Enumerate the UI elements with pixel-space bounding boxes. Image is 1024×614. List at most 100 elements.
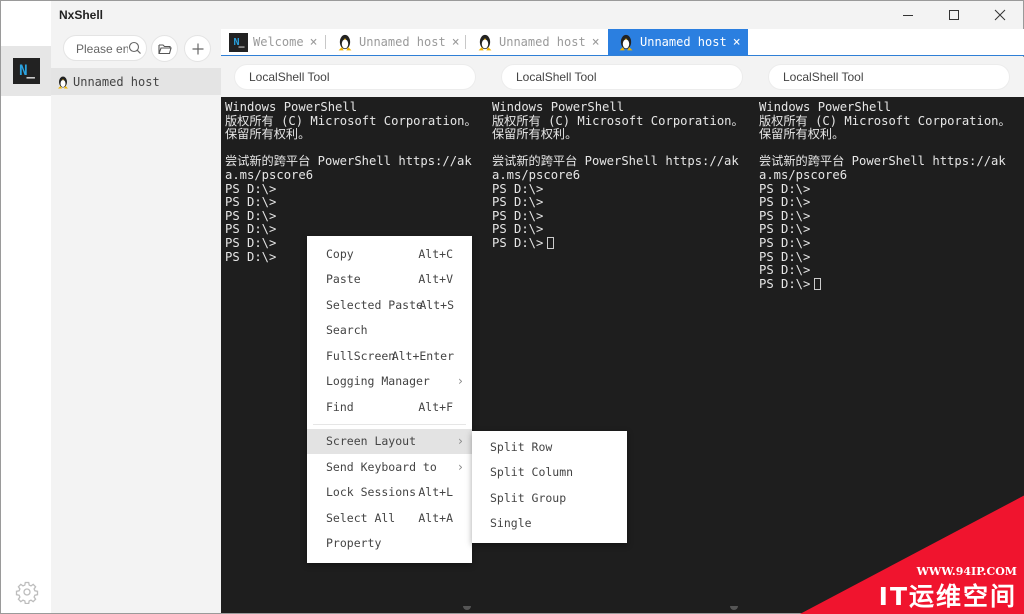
menu-item-search[interactable]: Search: [307, 318, 472, 344]
terminal-line: PS D:\>: [492, 208, 544, 223]
tab-welcome[interactable]: N_ Welcome ×: [229, 29, 317, 55]
terminal-line: 版权所有 (C) Microsoft Corporation。: [759, 113, 1011, 128]
menu-label: Select All: [326, 510, 396, 525]
terminal-line: PS D:\>: [759, 181, 811, 196]
pane-header: LocalShell Tool: [221, 57, 488, 97]
terminal-line: PS D:\>: [492, 222, 544, 237]
terminal-line: PS D:\>: [492, 236, 751, 251]
menu-item-lock-sessions[interactable]: Lock Sessions Alt+L: [307, 480, 472, 506]
close-tab-icon[interactable]: ×: [592, 35, 600, 50]
host-search: [63, 35, 147, 61]
tab-divider: [465, 35, 466, 49]
host-item-unnamed-host[interactable]: Unnamed host: [51, 68, 221, 95]
gear-icon[interactable]: [15, 580, 39, 605]
chevron-right-icon: ›: [456, 374, 464, 389]
terminal-cursor: [547, 236, 555, 249]
menu-shortcut: Alt+C: [418, 246, 453, 261]
menu-label: Property: [326, 536, 382, 551]
menu-item-find[interactable]: Find Alt+F: [307, 394, 472, 420]
nxshell-logo-icon: N_: [229, 32, 248, 52]
screen-layout-submenu: Split Row Split Column Split Group Singl…: [472, 431, 627, 543]
tab-label: Welcome: [253, 35, 304, 49]
terminal-line: PS D:\>: [225, 195, 277, 210]
terminal-line: PS D:\>: [759, 208, 811, 223]
menu-label: Screen Layout: [326, 434, 417, 449]
terminal-line: a.ms/pscore6: [759, 167, 848, 182]
terminal-line: PS D:\>: [225, 208, 277, 223]
submenu-item-split-column[interactable]: Split Column: [472, 460, 627, 486]
chevron-right-icon: ›: [456, 434, 464, 449]
menu-item-fullscreen[interactable]: FullScreen Alt+Enter: [307, 343, 472, 369]
terminal-line: a.ms/pscore6: [225, 167, 314, 182]
tab-unnamed-host-2[interactable]: Unnamed host ×: [477, 29, 600, 55]
close-tab-icon[interactable]: ×: [310, 35, 318, 50]
menu-item-logging-manager[interactable]: Logging Manager ›: [307, 369, 472, 395]
search-input[interactable]: [76, 40, 128, 58]
terminal-line: 版权所有 (C) Microsoft Corporation。: [492, 113, 744, 128]
add-host-button[interactable]: [184, 35, 211, 62]
plus-icon: [192, 43, 203, 54]
chevron-right-icon: ›: [456, 459, 464, 474]
terminal-line: 尝试新的跨平台 PowerShell https://ak: [759, 154, 1006, 169]
minimize-button[interactable]: [885, 1, 931, 29]
linux-penguin-icon: [619, 34, 633, 51]
activity-bar: N_: [1, 1, 51, 613]
menu-label: Paste: [326, 272, 361, 287]
tab-unnamed-host-1[interactable]: Unnamed host ×: [337, 29, 460, 55]
menu-item-paste[interactable]: Paste Alt+V: [307, 267, 472, 293]
terminal-line: PS D:\>: [759, 263, 811, 278]
terminal-pane-3: LocalShell Tool Windows PowerShell 版权所有 (…: [755, 57, 1024, 613]
maximize-button[interactable]: [931, 1, 977, 29]
close-window-button[interactable]: [977, 1, 1023, 29]
tab-divider: [325, 35, 326, 49]
submenu-item-split-row[interactable]: Split Row: [472, 434, 627, 460]
menu-item-copy[interactable]: Copy Alt+C: [307, 241, 472, 267]
terminal-line: 保留所有权利。: [225, 127, 311, 142]
localshell-tool-field[interactable]: LocalShell Tool: [501, 64, 743, 90]
nxshell-logo-icon[interactable]: N_: [13, 58, 40, 84]
menu-item-screen-layout[interactable]: Screen Layout ›: [307, 428, 472, 454]
menu-label: Copy: [326, 246, 354, 261]
linux-penguin-icon: [338, 34, 352, 51]
menu-shortcut: Alt+Enter: [391, 348, 454, 363]
terminal-line: PS D:\>: [759, 195, 811, 210]
menu-shortcut: Alt+L: [418, 485, 453, 500]
menu-separator: [313, 423, 466, 425]
terminal-line: 版权所有 (C) Microsoft Corporation。: [225, 113, 477, 128]
close-icon: [994, 9, 1006, 21]
minimize-icon: [903, 15, 913, 16]
pane-header: LocalShell Tool: [755, 57, 1024, 97]
localshell-tool-field[interactable]: LocalShell Tool: [234, 64, 476, 90]
app-window: N_ NxShell Please enter Unnamed host N_ …: [0, 0, 1024, 614]
close-tab-icon[interactable]: ×: [452, 35, 460, 50]
menu-label: Send Keyboard to: [326, 459, 437, 474]
terminal-line: PS D:\>: [759, 235, 811, 250]
close-tab-icon[interactable]: ×: [733, 35, 741, 50]
host-label: Unnamed host: [73, 74, 160, 89]
terminal-line: Windows PowerShell: [225, 100, 358, 114]
menu-shortcut: Alt+A: [418, 510, 453, 525]
linux-penguin-icon: [58, 76, 68, 88]
sidebar: Unnamed host: [51, 29, 221, 613]
localshell-tool-field[interactable]: LocalShell Tool: [768, 64, 1010, 90]
submenu-item-split-group[interactable]: Split Group: [472, 485, 627, 511]
terminal-output[interactable]: Windows PowerShell 版权所有 (C) Microsoft Cor…: [755, 97, 1024, 613]
menu-item-select-all[interactable]: Select All Alt+A: [307, 505, 472, 531]
terminal-line: PS D:\>: [492, 195, 544, 210]
menu-label: Split Column: [490, 465, 574, 480]
tab-unnamed-host-3[interactable]: Unnamed host ×: [608, 29, 748, 55]
window-controls: [885, 1, 1023, 29]
open-folder-button[interactable]: [151, 35, 178, 62]
menu-shortcut: Alt+S: [419, 297, 454, 312]
menu-item-property[interactable]: Property: [307, 531, 472, 557]
menu-label: Find: [326, 399, 354, 414]
menu-label: FullScreen: [326, 348, 396, 363]
search-icon[interactable]: [128, 41, 142, 55]
terminal-line: PS D:\>: [225, 222, 277, 237]
menu-label: Logging Manager: [326, 374, 430, 389]
submenu-item-single[interactable]: Single: [472, 511, 627, 537]
menu-item-selected-paste[interactable]: Selected Paste Alt+S: [307, 292, 472, 318]
menu-item-send-keyboard-to[interactable]: Send Keyboard to ›: [307, 454, 472, 480]
pane-header: LocalShell Tool: [488, 57, 755, 97]
tab-label: Unnamed host: [640, 35, 727, 49]
